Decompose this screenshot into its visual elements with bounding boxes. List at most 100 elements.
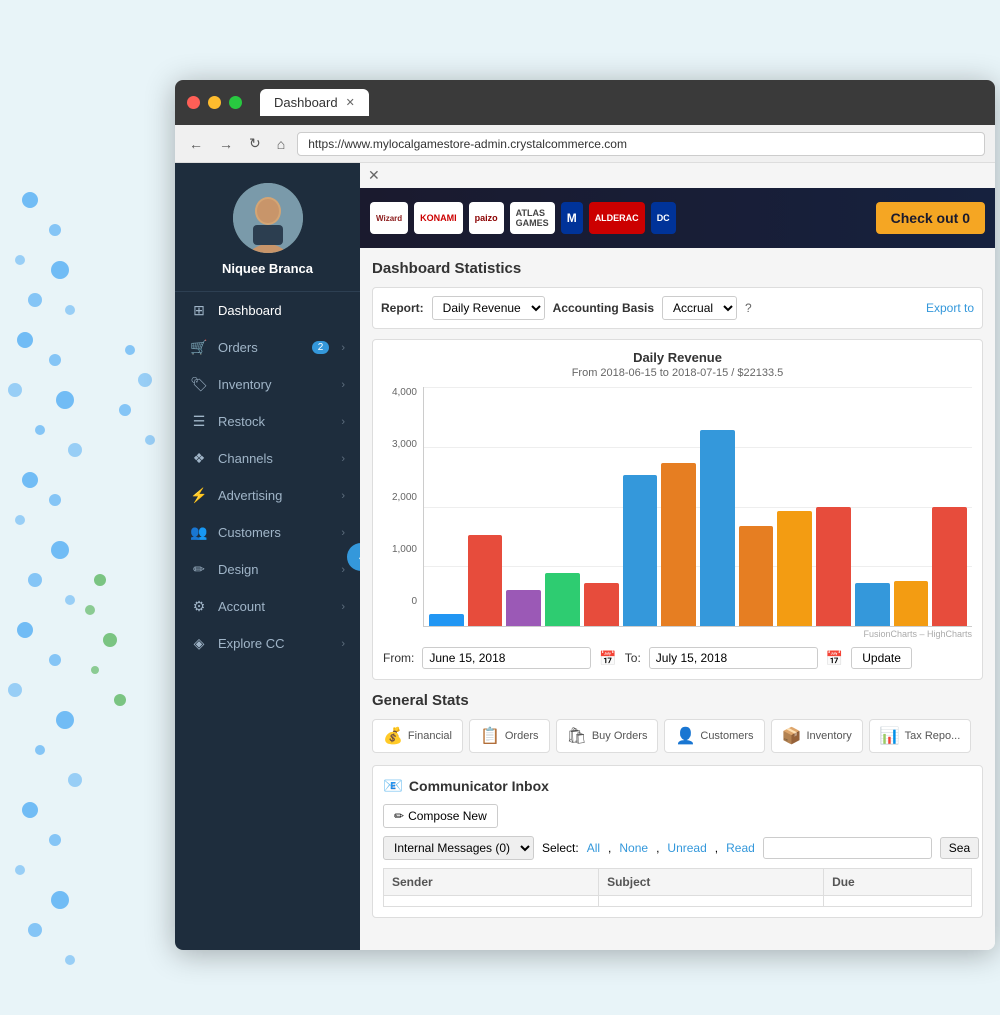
dashboard-content: Dashboard Statistics Report: Daily Reven… <box>360 248 995 930</box>
date-to-input[interactable] <box>649 647 818 669</box>
report-label: Report: <box>381 301 424 315</box>
maximize-dot[interactable] <box>229 96 242 109</box>
banner-logos: Wizard KONAMI paizo ATLASGAMES M ALDERAC… <box>370 202 868 234</box>
user-name: Niquee Branca <box>222 261 313 276</box>
y-label-3000: 3,000 <box>392 439 417 450</box>
atlas-logo: ATLASGAMES <box>510 202 555 234</box>
sidebar-item-customers[interactable]: 👥 Customers › <box>175 514 360 551</box>
chevron-right-icon: › <box>341 638 345 650</box>
dashboard-title: Dashboard Statistics <box>372 260 983 277</box>
tax-report-button[interactable]: 📊 Tax Repo... <box>869 719 972 753</box>
sidebar-item-design[interactable]: ✏ Design › <box>175 551 360 588</box>
browser-toolbar: ← → ↻ ⌂ <box>175 125 995 163</box>
user-profile: Niquee Branca <box>175 163 360 292</box>
paizo-logo: paizo <box>469 202 504 234</box>
calendar-from-icon[interactable]: 📅 <box>599 650 616 667</box>
financial-label: Financial <box>408 730 452 742</box>
home-icon[interactable]: ⌂ <box>273 134 289 154</box>
browser-content: Niquee Branca ⊞ Dashboard 🛒 Orders 2 › 🏷… <box>175 163 995 950</box>
bar-6 <box>623 475 658 626</box>
browser-window: Dashboard ✕ ← → ↻ ⌂ <box>175 80 995 950</box>
dc-logo: DC <box>651 202 676 234</box>
orders-stat-button[interactable]: 📋 Orders <box>469 719 550 753</box>
date-controls: From: 📅 To: 📅 Update <box>383 647 972 669</box>
bar-1 <box>429 614 464 626</box>
due-column-header: Due <box>824 869 972 896</box>
sender-cell <box>384 896 599 907</box>
sidebar-item-label: Dashboard <box>218 303 345 318</box>
checkout-button[interactable]: Check out 0 <box>876 202 985 234</box>
sidebar-item-orders[interactable]: 🛒 Orders 2 › <box>175 329 360 366</box>
sidebar-item-dashboard[interactable]: ⊞ Dashboard <box>175 292 360 329</box>
url-bar[interactable] <box>297 132 985 156</box>
accounting-select[interactable]: Accrual <box>662 296 737 320</box>
tag-icon: 🏷 <box>190 376 208 393</box>
avatar <box>233 183 303 253</box>
date-from-input[interactable] <box>422 647 591 669</box>
search-inbox-input[interactable] <box>763 837 932 859</box>
sidebar-item-label: Orders <box>218 340 302 355</box>
customers-stat-icon: 👤 <box>675 726 695 746</box>
minimize-dot[interactable] <box>208 96 221 109</box>
export-link[interactable]: Export to <box>926 301 974 315</box>
accounting-label: Accounting Basis <box>553 301 654 315</box>
compose-button[interactable]: ✏ Compose New <box>383 804 498 828</box>
inbox-title: Communicator Inbox <box>409 778 549 794</box>
wizards-logo: Wizard <box>370 202 408 234</box>
customers-stat-button[interactable]: 👤 Customers <box>664 719 764 753</box>
subject-cell <box>599 896 824 907</box>
bar-13 <box>894 581 929 626</box>
select-unread-link[interactable]: Unread <box>667 841 706 855</box>
inbox-header: 📧 Communicator Inbox <box>383 776 972 796</box>
forward-icon[interactable]: → <box>215 134 237 154</box>
y-label-1000: 1,000 <box>392 544 417 555</box>
message-filter-select[interactable]: Internal Messages (0) <box>383 836 534 860</box>
buy-orders-button[interactable]: 🛍 Buy Orders <box>556 719 659 753</box>
sidebar-item-explore-cc[interactable]: ◈ Explore CC › <box>175 625 360 662</box>
table-row <box>384 896 972 907</box>
y-label-2000: 2,000 <box>392 492 417 503</box>
tax-label: Tax Repo... <box>905 730 961 742</box>
bar-12 <box>855 583 890 626</box>
general-stats-title: General Stats <box>372 692 983 709</box>
orders-badge: 2 <box>312 341 330 354</box>
update-button[interactable]: Update <box>851 647 912 669</box>
help-icon[interactable]: ? <box>745 301 752 315</box>
report-select[interactable]: Daily Revenue <box>432 296 545 320</box>
financial-button[interactable]: 💰 Financial <box>372 719 463 753</box>
sender-column-header: Sender <box>384 869 599 896</box>
calendar-to-icon[interactable]: 📅 <box>826 650 843 667</box>
y-axis: 4,000 3,000 2,000 1,000 0 <box>383 387 423 627</box>
select-none-link[interactable]: None <box>619 841 648 855</box>
tab-close-icon[interactable]: ✕ <box>346 96 355 109</box>
sidebar-item-advertising[interactable]: ⚡ Advertising › <box>175 477 360 514</box>
back-icon[interactable]: ← <box>185 134 207 154</box>
select-all-link[interactable]: All <box>587 841 600 855</box>
due-cell <box>824 896 972 907</box>
stats-buttons-row: 💰 Financial 📋 Orders 🛍 Buy Orders � <box>372 719 983 753</box>
to-label: To: <box>625 651 641 665</box>
close-dot[interactable] <box>187 96 200 109</box>
close-icon[interactable]: ✕ <box>360 163 995 188</box>
buy-orders-label: Buy Orders <box>592 730 648 742</box>
sidebar-item-channels[interactable]: ❖ Channels › <box>175 440 360 477</box>
inbox-controls: Internal Messages (0) Select: All, None,… <box>383 836 972 860</box>
chart-bars <box>424 387 972 626</box>
select-read-link[interactable]: Read <box>726 841 755 855</box>
bar-11 <box>816 507 851 627</box>
sidebar-item-label: Restock <box>218 414 331 429</box>
orders-stat-label: Orders <box>505 730 539 742</box>
sidebar-item-label: Account <box>218 599 331 614</box>
sidebar-item-inventory[interactable]: 🏷 Inventory › <box>175 366 360 403</box>
sidebar-item-restock[interactable]: ☰ Restock › <box>175 403 360 440</box>
inventory-stat-label: Inventory <box>806 730 851 742</box>
pencil-icon: ✏ <box>190 561 208 578</box>
bar-5 <box>584 583 619 626</box>
chart-wrapper: 4,000 3,000 2,000 1,000 0 <box>383 387 972 627</box>
sidebar-item-account[interactable]: ⚙ Account › <box>175 588 360 625</box>
chart-subtitle: From 2018-06-15 to 2018-07-15 / $22133.5 <box>383 367 972 379</box>
reload-icon[interactable]: ↻ <box>245 133 265 154</box>
browser-tab[interactable]: Dashboard ✕ <box>260 89 369 116</box>
inventory-stat-button[interactable]: 📦 Inventory <box>771 719 863 753</box>
search-inbox-button[interactable]: Sea <box>940 837 979 859</box>
